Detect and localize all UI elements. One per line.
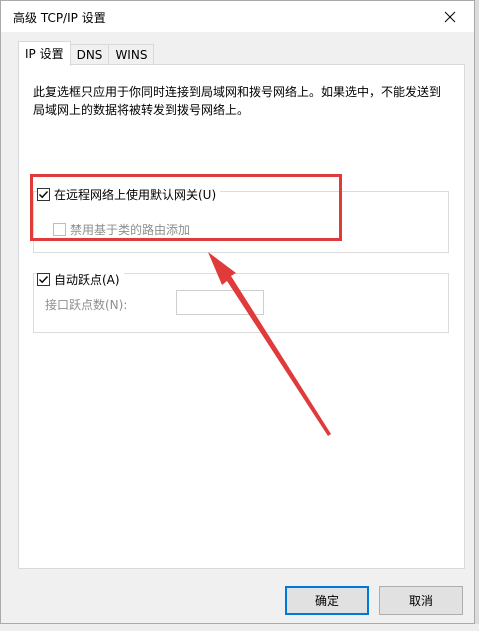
disable-class-route-row[interactable]: 禁用基于类的路由添加 (53, 221, 195, 238)
use-default-gateway-label: 在远程网络上使用默认网关(U) (54, 188, 217, 202)
advanced-tcpip-dialog: 高级 TCP/IP 设置 IP 设置 DNS WINS 此复选框只应用于你同时连… (0, 0, 475, 624)
checkmark-icon (39, 191, 49, 199)
tab-strip: IP 设置 DNS WINS (18, 41, 155, 66)
automatic-metric-label: 自动跃点(A) (54, 273, 120, 287)
ok-button[interactable]: 确定 (285, 586, 369, 615)
tab-wins[interactable]: WINS (108, 44, 155, 65)
background-window-strip (0, 624, 479, 631)
window-title: 高级 TCP/IP 设置 (13, 11, 106, 25)
tab-ip-settings[interactable]: IP 设置 (18, 41, 71, 66)
title-bar: 高级 TCP/IP 设置 (1, 1, 474, 32)
automatic-metric-row[interactable]: 自动跃点(A) (37, 271, 124, 288)
cancel-button[interactable]: 取消 (379, 586, 463, 615)
interface-metric-label: 接口跃点数(N): (45, 298, 128, 312)
ip-settings-panel: 此复选框只应用于你同时连接到局域网和拨号网络上。如果选中，不能发送到局域网上的数… (18, 64, 465, 569)
tab-dns[interactable]: DNS (69, 44, 110, 65)
disable-class-route-label: 禁用基于类的路由添加 (70, 223, 191, 237)
use-default-gateway-checkbox[interactable] (37, 188, 50, 201)
automatic-metric-checkbox[interactable] (37, 273, 50, 286)
checkmark-icon (39, 276, 49, 284)
use-default-gateway-row[interactable]: 在远程网络上使用默认网关(U) (37, 186, 221, 203)
description-text: 此复选框只应用于你同时连接到局域网和拨号网络上。如果选中，不能发送到局域网上的数… (33, 85, 442, 117)
interface-metric-input[interactable] (176, 290, 264, 315)
disable-class-route-checkbox[interactable] (53, 223, 66, 236)
close-button[interactable] (430, 1, 470, 32)
close-icon (444, 11, 456, 22)
